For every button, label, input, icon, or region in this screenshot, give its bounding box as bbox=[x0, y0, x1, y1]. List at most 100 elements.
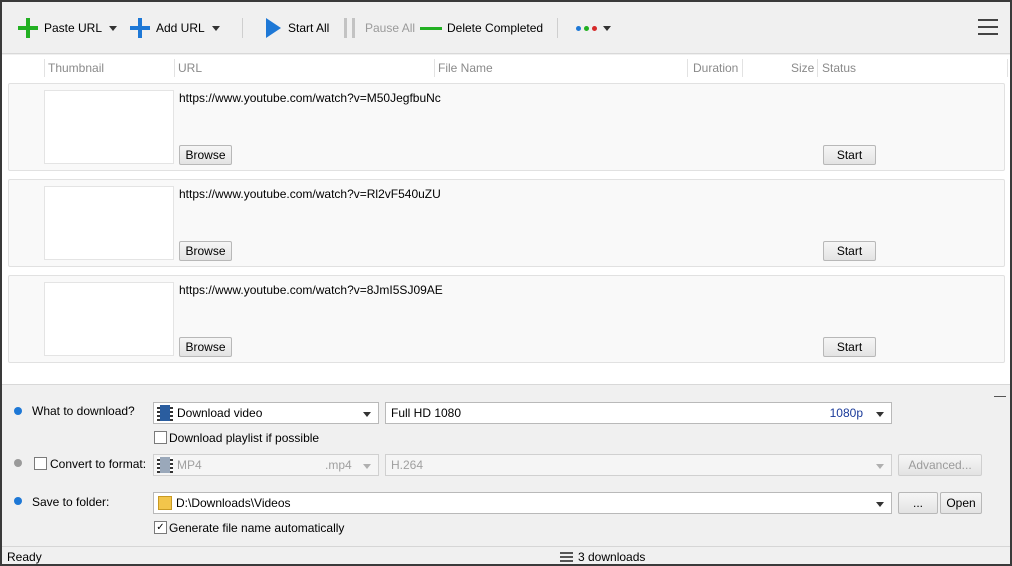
downloads-count: 3 downloads bbox=[560, 550, 645, 564]
paste-url-dropdown[interactable] bbox=[109, 16, 117, 40]
add-url-button[interactable]: Add URL bbox=[130, 16, 205, 40]
column-divider bbox=[687, 59, 688, 77]
green-dot-icon bbox=[584, 25, 589, 31]
column-file-name[interactable]: File Name bbox=[438, 61, 493, 75]
what-to-download-label: What to download? bbox=[32, 404, 135, 418]
downloads-count-label: 3 downloads bbox=[578, 550, 646, 564]
download-row[interactable]: https://www.youtube.com/watch?v=M50Jegfb… bbox=[8, 83, 1005, 171]
folder-select[interactable]: D:\Downloads\Videos bbox=[153, 492, 892, 514]
options-panel: What to download? Download video Full HD… bbox=[2, 386, 1010, 546]
column-size[interactable]: Size bbox=[791, 61, 814, 75]
autoname-label: Generate file name automatically bbox=[169, 521, 345, 535]
thumbnail bbox=[44, 90, 174, 164]
collapse-panel-button[interactable] bbox=[994, 396, 1006, 397]
menu-icon[interactable] bbox=[978, 19, 998, 37]
toolbar-divider bbox=[242, 18, 243, 38]
chevron-down-icon bbox=[363, 412, 371, 417]
bullet-icon bbox=[14, 407, 22, 415]
codec-select[interactable]: H.264 bbox=[385, 454, 892, 476]
start-button[interactable]: Start bbox=[823, 337, 876, 357]
browse-button[interactable]: Browse bbox=[179, 241, 232, 261]
delete-completed-button[interactable]: Delete Completed bbox=[420, 16, 543, 40]
column-divider bbox=[174, 59, 175, 77]
column-status[interactable]: Status bbox=[822, 61, 856, 75]
film-icon bbox=[157, 457, 173, 473]
pause-all-button[interactable]: Pause All bbox=[344, 16, 415, 40]
row-url: https://www.youtube.com/watch?v=8JmI5SJ0… bbox=[179, 283, 443, 297]
playlist-label: Download playlist if possible bbox=[169, 431, 320, 445]
download-type-value: Download video bbox=[177, 406, 263, 420]
chevron-down-icon bbox=[363, 464, 371, 469]
start-button[interactable]: Start bbox=[823, 241, 876, 261]
format-ext: .mp4 bbox=[325, 458, 352, 472]
blue-dot-icon bbox=[576, 25, 581, 31]
column-duration[interactable]: Duration bbox=[693, 61, 738, 75]
column-divider bbox=[817, 59, 818, 77]
column-divider bbox=[742, 59, 743, 77]
chevron-down-icon bbox=[876, 502, 884, 507]
chevron-down-icon bbox=[876, 412, 884, 417]
convert-checkbox[interactable] bbox=[34, 457, 47, 470]
film-icon bbox=[157, 405, 173, 421]
folder-value: D:\Downloads\Videos bbox=[176, 496, 291, 510]
status-bar: Ready 3 downloads bbox=[2, 546, 1010, 564]
pause-icon bbox=[344, 18, 356, 38]
bullet-icon bbox=[14, 497, 22, 505]
advanced-button[interactable]: Advanced... bbox=[898, 454, 982, 476]
status-text: Ready bbox=[7, 550, 42, 564]
red-dot-icon bbox=[592, 25, 597, 31]
save-to-folder-label: Save to folder: bbox=[32, 495, 110, 509]
download-type-select[interactable]: Download video bbox=[153, 402, 379, 424]
chevron-down-icon bbox=[109, 25, 117, 31]
convert-label: Convert to format: bbox=[50, 457, 147, 471]
paste-url-button[interactable]: Paste URL bbox=[18, 16, 102, 40]
bullet-icon bbox=[14, 459, 22, 467]
format-select[interactable]: MP4 .mp4 bbox=[153, 454, 379, 476]
chevron-down-icon bbox=[212, 25, 220, 31]
thumbnail bbox=[44, 186, 174, 260]
folder-icon bbox=[158, 496, 172, 510]
row-url: https://www.youtube.com/watch?v=M50Jegfb… bbox=[179, 91, 441, 105]
add-url-label: Add URL bbox=[156, 21, 205, 35]
add-url-dropdown[interactable] bbox=[212, 16, 220, 40]
chevron-down-icon bbox=[876, 464, 884, 469]
quality-value: Full HD 1080 bbox=[391, 406, 462, 420]
quality-tag: 1080p bbox=[829, 406, 863, 420]
plus-icon bbox=[130, 18, 150, 38]
autoname-checkbox[interactable]: ✓ bbox=[154, 521, 167, 534]
column-divider bbox=[1007, 59, 1008, 77]
plus-icon bbox=[18, 18, 38, 38]
browse-folder-button[interactable]: ... bbox=[898, 492, 938, 514]
playlist-checkbox[interactable] bbox=[154, 431, 167, 444]
thumbnail bbox=[44, 282, 174, 356]
row-url: https://www.youtube.com/watch?v=Rl2vF540… bbox=[179, 187, 441, 201]
codec-value: H.264 bbox=[391, 458, 424, 472]
column-divider bbox=[434, 59, 435, 77]
column-header: Thumbnail URL File Name Duration Size St… bbox=[2, 55, 1010, 81]
download-row[interactable]: https://www.youtube.com/watch?v=Rl2vF540… bbox=[8, 179, 1005, 267]
toolbar-divider bbox=[557, 18, 558, 38]
download-row[interactable]: https://www.youtube.com/watch?v=8JmI5SJ0… bbox=[8, 275, 1005, 363]
paste-url-label: Paste URL bbox=[44, 21, 103, 35]
browse-button[interactable]: Browse bbox=[179, 337, 232, 357]
minus-icon bbox=[420, 26, 442, 30]
browse-button[interactable]: Browse bbox=[179, 145, 232, 165]
play-icon bbox=[266, 18, 281, 38]
delete-completed-label: Delete Completed bbox=[447, 21, 544, 35]
open-folder-button[interactable]: Open bbox=[940, 492, 982, 514]
quality-select[interactable]: Full HD 1080 1080p bbox=[385, 402, 892, 424]
column-thumbnail[interactable]: Thumbnail bbox=[48, 61, 104, 75]
app-window: Paste URL Add URL Start All Pause All De… bbox=[0, 0, 1012, 566]
format-value: MP4 bbox=[177, 458, 202, 472]
pause-all-label: Pause All bbox=[365, 21, 416, 35]
toolbar: Paste URL Add URL Start All Pause All De… bbox=[2, 2, 1010, 54]
list-icon bbox=[560, 552, 573, 562]
theme-colors-button[interactable] bbox=[576, 16, 611, 40]
chevron-down-icon bbox=[603, 25, 611, 31]
start-button[interactable]: Start bbox=[823, 145, 876, 165]
column-url[interactable]: URL bbox=[178, 61, 202, 75]
start-all-label: Start All bbox=[288, 21, 330, 35]
column-divider bbox=[44, 59, 45, 77]
start-all-button[interactable]: Start All bbox=[266, 16, 329, 40]
download-list: Thumbnail URL File Name Duration Size St… bbox=[2, 55, 1010, 385]
